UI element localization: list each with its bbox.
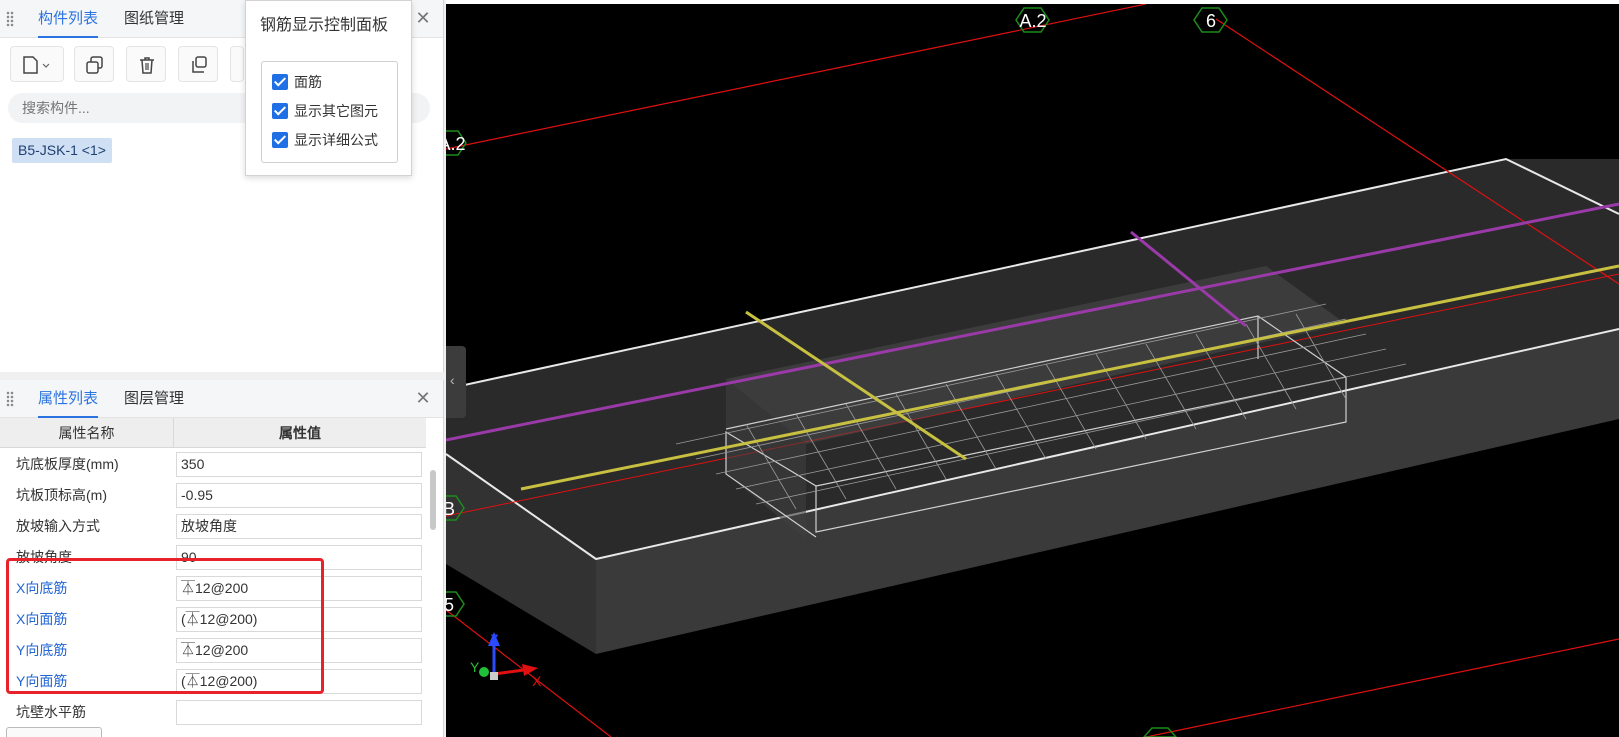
property-value-field[interactable]	[176, 700, 422, 725]
chevron-left-icon: ‹	[450, 372, 455, 388]
layers-copy-icon	[192, 56, 207, 73]
rebar-display-control-panel: 钢筋显示控制面板 面筋 显示其它图元 显示详细公式	[245, 0, 412, 176]
property-panel-header: 属性列表 图层管理 ✕	[0, 380, 443, 418]
axis-x-label: X	[532, 673, 542, 689]
component-list-item[interactable]: B5-JSK-1 <1>	[12, 138, 112, 163]
copy-to-floor-button[interactable]	[178, 46, 218, 82]
axis-label-text: B	[446, 499, 455, 519]
property-scrollbar[interactable]	[430, 470, 436, 530]
property-name: 坑板顶标高(m)	[16, 487, 107, 503]
property-value-field[interactable]: -0.95	[176, 483, 422, 508]
property-name: 放坡输入方式	[16, 518, 100, 534]
tab-drawing-management[interactable]: 图纸管理	[124, 0, 184, 38]
axis-label-text: 5	[446, 595, 454, 615]
tab-component-list[interactable]: 构件列表	[38, 0, 99, 38]
axis-label-text: 6	[1206, 11, 1216, 31]
more-tools-button[interactable]	[230, 46, 244, 82]
axis-z-label: Z	[490, 631, 499, 647]
rebar-highlight-box	[6, 558, 324, 694]
property-value-field[interactable]: 放坡角度	[176, 514, 422, 539]
copy-icon	[86, 56, 103, 74]
3d-scene[interactable]: A.2 6 A.2 B 5 Z X	[446, 4, 1619, 737]
close-icon[interactable]: ✕	[413, 388, 433, 408]
3d-viewport[interactable]: A.2 6 A.2 B 5 Z X	[446, 4, 1619, 737]
drag-grip-icon[interactable]	[6, 11, 14, 27]
axis-label-text: A.2	[1019, 11, 1046, 31]
close-icon[interactable]: ✕	[413, 8, 433, 28]
property-table-header: 属性名称 属性值	[0, 418, 426, 448]
new-file-icon	[23, 56, 50, 74]
axis-label-text: A.2	[446, 134, 466, 154]
bottom-button[interactable]	[6, 727, 102, 737]
table-row: 坑板顶标高(m) -0.95	[0, 480, 426, 511]
axis-label-a2-left: A.2	[446, 130, 467, 156]
table-row: 坑底板厚度(mm) 350	[0, 449, 426, 480]
axis-label-a2-top: A.2	[1015, 7, 1050, 33]
table-row: 坑壁水平筋	[0, 697, 426, 728]
property-name: 坑壁水平筋	[16, 704, 86, 720]
new-component-button[interactable]	[10, 46, 64, 82]
checkbox-checked-icon[interactable]	[272, 74, 288, 90]
table-row: 放坡输入方式 放坡角度	[0, 511, 426, 542]
tab-layer-management[interactable]: 图层管理	[124, 380, 184, 418]
axis-y-label: Y	[470, 659, 480, 675]
option-label: 显示详细公式	[294, 132, 378, 148]
axis-label-6: 6	[1193, 7, 1228, 33]
option-label: 显示其它图元	[294, 103, 378, 119]
copy-button[interactable]	[74, 46, 114, 82]
axis-label-bottom	[1142, 727, 1178, 737]
property-value-field[interactable]: 350	[176, 452, 422, 477]
rebar-panel-title: 钢筋显示控制面板	[260, 17, 389, 34]
collapse-panel-button[interactable]: ‹	[446, 346, 466, 418]
delete-button[interactable]	[126, 46, 166, 82]
trash-icon	[140, 57, 154, 74]
rebar-options-group: 面筋 显示其它图元 显示详细公式	[261, 61, 398, 163]
checkbox-checked-icon[interactable]	[272, 132, 288, 148]
grid-line-bottom	[1145, 638, 1619, 737]
checkbox-checked-icon[interactable]	[272, 103, 288, 119]
axis-label-5: 5	[446, 591, 465, 617]
header-property-value: 属性值	[279, 425, 321, 441]
property-name: 坑底板厚度(mm)	[16, 456, 119, 472]
drag-grip-icon[interactable]	[6, 391, 14, 407]
tab-property-list[interactable]: 属性列表	[38, 380, 99, 418]
option-label: 面筋	[294, 74, 322, 90]
coordinate-triad-icon: Z X Y	[470, 631, 542, 689]
header-property-name: 属性名称	[0, 418, 174, 448]
